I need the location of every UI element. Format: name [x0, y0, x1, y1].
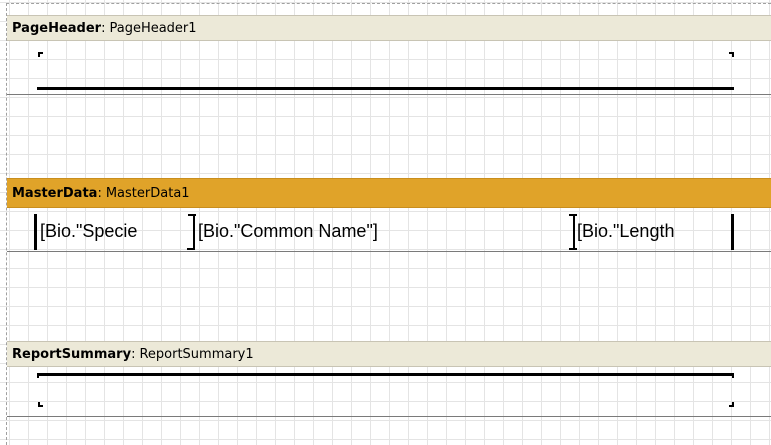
report-summary-object-corner-tr[interactable] [729, 373, 734, 378]
page-header-band-bottom [7, 94, 771, 95]
field-right-border[interactable] [731, 214, 734, 250]
band-type-label: MasterData [12, 185, 98, 201]
band-name-label: PageHeader1 [109, 20, 197, 36]
report-summary-band-bottom [7, 416, 771, 417]
page-header-object-corner-tr[interactable] [729, 52, 734, 57]
text-object-length[interactable]: [Bio."Length [577, 213, 727, 249]
band-name-label: MasterData1 [105, 185, 190, 201]
field-corner-marker [569, 248, 577, 250]
band-name-label: ReportSummary1 [139, 346, 254, 362]
band-type-label: PageHeader [12, 20, 102, 36]
page-margin-left-guide [6, 3, 7, 445]
field-left-border[interactable] [34, 214, 37, 250]
field-divider[interactable] [573, 214, 575, 248]
master-data-band-title[interactable]: MasterData: MasterData1 [7, 178, 771, 208]
page-header-line-object[interactable] [37, 87, 734, 90]
report-summary-band-title[interactable]: ReportSummary: ReportSummary1 [7, 341, 771, 367]
page-header-object-corner-tl[interactable] [38, 52, 43, 57]
page-header-band-title[interactable]: PageHeader: PageHeader1 [7, 15, 771, 41]
report-summary-line-object[interactable] [37, 373, 734, 376]
field-corner-marker [187, 248, 195, 250]
master-data-band-bottom [7, 251, 771, 252]
band-separator: : [131, 346, 136, 362]
text-object-common-name[interactable]: [Bio."Common Name"] [198, 213, 568, 249]
field-divider[interactable] [193, 214, 195, 248]
page-margin-top-guide [6, 3, 771, 4]
band-type-label: ReportSummary [12, 346, 132, 362]
band-separator: : [101, 20, 106, 36]
band-separator: : [97, 185, 102, 201]
report-summary-object-corner-bl[interactable] [38, 402, 43, 407]
report-summary-object-corner-br[interactable] [729, 402, 734, 407]
text-object-specie[interactable]: [Bio."Specie [40, 213, 195, 249]
report-summary-object-corner-tl[interactable] [37, 373, 42, 378]
